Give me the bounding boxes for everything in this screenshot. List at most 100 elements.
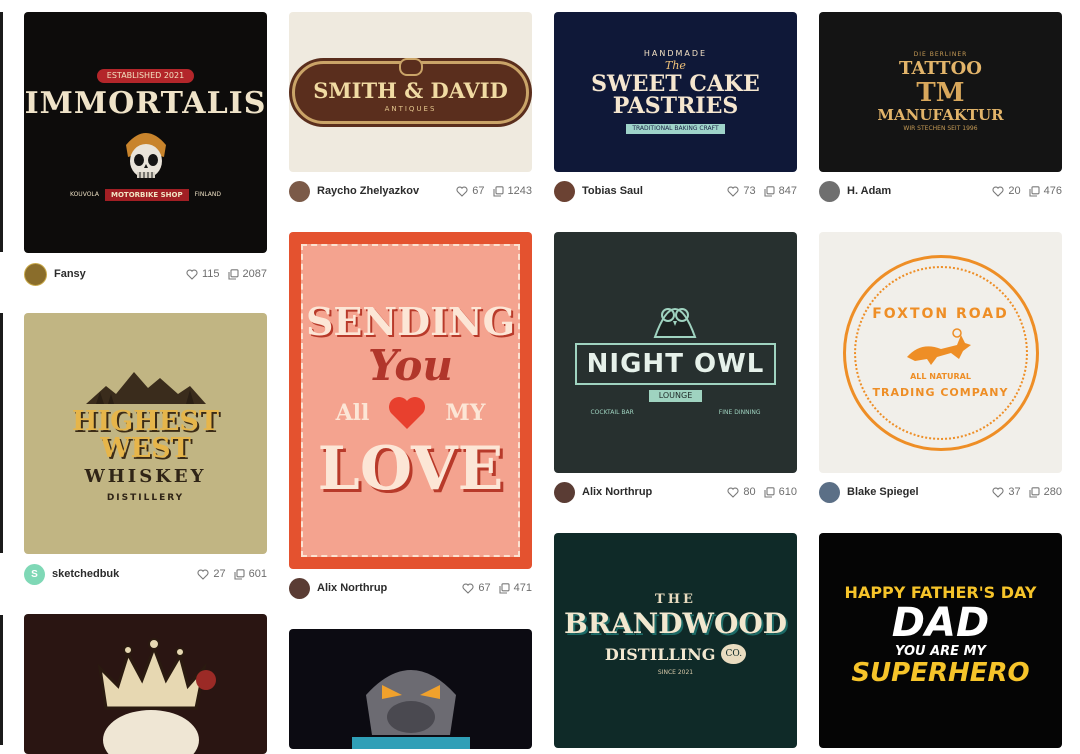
shot-thumbnail[interactable]: HANDMADE The SWEET CAKE PASTRIES TRADITI… bbox=[554, 12, 797, 172]
shot-meta: Fansy 115 2087 bbox=[24, 262, 267, 286]
crown-skull-illustration bbox=[97, 638, 216, 754]
author-name[interactable]: H. Adam bbox=[847, 185, 891, 197]
art-text: MY bbox=[445, 399, 486, 426]
art-text: DISTILLERY bbox=[106, 493, 185, 503]
like-count[interactable]: 115 bbox=[186, 268, 220, 280]
like-count-value: 115 bbox=[201, 268, 220, 280]
art-text: ANTIQUES bbox=[384, 104, 437, 113]
view-count: 610 bbox=[764, 486, 797, 498]
like-count-value: 37 bbox=[1008, 486, 1021, 498]
avatar[interactable] bbox=[554, 481, 575, 503]
view-count-value: 601 bbox=[248, 568, 267, 580]
author-name[interactable]: Blake Spiegel bbox=[847, 486, 919, 498]
heart-icon bbox=[992, 186, 1004, 197]
author-name[interactable]: Alix Northrup bbox=[317, 582, 387, 594]
shot-thumbnail[interactable]: HAPPY FATHER'S DAY DAD YOU ARE MY SUPERH… bbox=[819, 533, 1062, 748]
view-count: 2087 bbox=[227, 268, 267, 280]
heart-icon bbox=[992, 487, 1004, 498]
heart-icon bbox=[727, 186, 739, 197]
avatar[interactable] bbox=[819, 180, 840, 202]
view-count: 847 bbox=[764, 185, 797, 197]
art-text: TATTOO bbox=[899, 58, 982, 79]
avatar[interactable]: S bbox=[24, 563, 45, 585]
like-count[interactable]: 67 bbox=[456, 185, 485, 197]
art-text: NIGHT OWL bbox=[574, 343, 777, 385]
art-text: PASTRIES bbox=[612, 92, 739, 119]
art-text: YOU ARE MY bbox=[895, 644, 986, 659]
copy-icon bbox=[227, 268, 239, 280]
avatar[interactable] bbox=[819, 481, 840, 503]
author-name[interactable]: Tobias Saul bbox=[582, 185, 643, 197]
shot-thumbnail[interactable]: HIGHEST WEST WHISKEY DISTILLERY bbox=[24, 313, 267, 554]
copy-icon bbox=[764, 486, 775, 498]
shot-thumbnail[interactable]: SMITH & DAVID ANTIQUES bbox=[289, 12, 532, 172]
view-count-value: 610 bbox=[778, 486, 797, 498]
like-count[interactable]: 20 bbox=[992, 185, 1021, 197]
author-name[interactable]: Alix Northrup bbox=[582, 486, 652, 498]
avatar[interactable] bbox=[289, 577, 310, 599]
shot-thumbnail[interactable]: NIGHT OWL LOUNGE COCKTAIL BAR FINE DINNI… bbox=[554, 232, 797, 473]
view-count: 601 bbox=[234, 568, 267, 580]
art-text: HIGHEST WEST bbox=[72, 406, 219, 464]
shot-thumbnail[interactable] bbox=[24, 614, 267, 754]
shot-thumbnail[interactable] bbox=[289, 629, 532, 749]
like-count[interactable]: 73 bbox=[727, 185, 756, 197]
art-text: COCKTAIL BAR bbox=[590, 409, 634, 416]
author-name[interactable]: Raycho Zhelyazkov bbox=[317, 185, 419, 197]
view-count-value: 471 bbox=[513, 582, 532, 594]
art-text: DISTILLING bbox=[604, 644, 716, 664]
shot-thumbnail[interactable]: SENDING You All MY LOVE bbox=[289, 232, 532, 569]
copy-icon bbox=[492, 185, 504, 197]
avatar[interactable] bbox=[289, 180, 310, 202]
art-text: ESTABLISHED 2021 bbox=[96, 68, 195, 83]
art-text: MANUFAKTUR bbox=[877, 106, 1004, 124]
copy-icon bbox=[1029, 185, 1040, 197]
view-count-value: 476 bbox=[1043, 185, 1062, 197]
heart-icon bbox=[727, 487, 739, 498]
art-text: SUPERHERO bbox=[851, 658, 1030, 688]
shot-meta: Tobias Saul 73 847 bbox=[554, 179, 797, 203]
art-text: FINE DINNING bbox=[718, 409, 761, 416]
shot-meta: Blake Spiegel 37 280 bbox=[819, 480, 1062, 504]
view-count-value: 2087 bbox=[242, 268, 267, 280]
art-text: SWEET CAKE bbox=[591, 70, 760, 97]
avatar[interactable] bbox=[554, 180, 575, 202]
mountain-emblem bbox=[85, 364, 206, 404]
view-count: 476 bbox=[1029, 185, 1062, 197]
tm-monogram: TM bbox=[916, 78, 965, 108]
shot-meta: Alix Northrup 80 610 bbox=[554, 480, 797, 504]
art-text: DAD bbox=[891, 600, 990, 646]
shot-meta: Alix Northrup 67 471 bbox=[289, 576, 532, 600]
art-text: You bbox=[368, 340, 453, 390]
shot-thumbnail[interactable]: FOXTON ROAD ALL NATURAL TRADING COMPANY bbox=[819, 232, 1062, 473]
like-count[interactable]: 37 bbox=[992, 486, 1021, 498]
view-count: 471 bbox=[499, 582, 532, 594]
avatar[interactable] bbox=[24, 262, 47, 286]
like-count[interactable]: 67 bbox=[462, 582, 491, 594]
shot-thumbnail[interactable]: ESTABLISHED 2021 IMMORTALIS KOUVOLA MOTO… bbox=[24, 12, 267, 253]
art-text: CO. bbox=[721, 644, 747, 664]
like-count-value: 73 bbox=[743, 185, 756, 197]
art-text: SENDING bbox=[305, 298, 516, 344]
art-text: WHISKEY bbox=[84, 466, 207, 487]
view-count: 1243 bbox=[492, 185, 532, 197]
art-text: HANDMADE bbox=[643, 48, 708, 58]
art-text: IMMORTALIS bbox=[24, 85, 267, 121]
copy-icon bbox=[234, 568, 245, 580]
art-text: KOUVOLA bbox=[69, 191, 99, 198]
author-name[interactable]: Fansy bbox=[54, 268, 86, 280]
art-text: TRADITIONAL BAKING CRAFT bbox=[626, 123, 725, 134]
art-text: SINCE 2021 bbox=[657, 669, 694, 676]
view-count: 280 bbox=[1029, 486, 1062, 498]
shot-thumbnail[interactable]: THE BRANDWOOD DISTILLING CO. SINCE 2021 bbox=[554, 533, 797, 748]
shot-meta: S sketchedbuk 27 601 bbox=[24, 562, 267, 586]
author-name[interactable]: sketchedbuk bbox=[52, 568, 119, 580]
like-count[interactable]: 80 bbox=[727, 486, 756, 498]
art-text: MOTORBIKE SHOP bbox=[105, 188, 189, 201]
adjacent-column-edge bbox=[0, 12, 3, 252]
like-count[interactable]: 27 bbox=[197, 568, 226, 580]
art-text: WIR STECHEN SEIT 1996 bbox=[903, 125, 978, 132]
heart-icon bbox=[462, 583, 474, 594]
shot-thumbnail[interactable]: DIE BERLINER TATTOO TM MANUFAKTUR WIR ST… bbox=[819, 12, 1062, 172]
art-text: LOVE bbox=[317, 433, 504, 504]
